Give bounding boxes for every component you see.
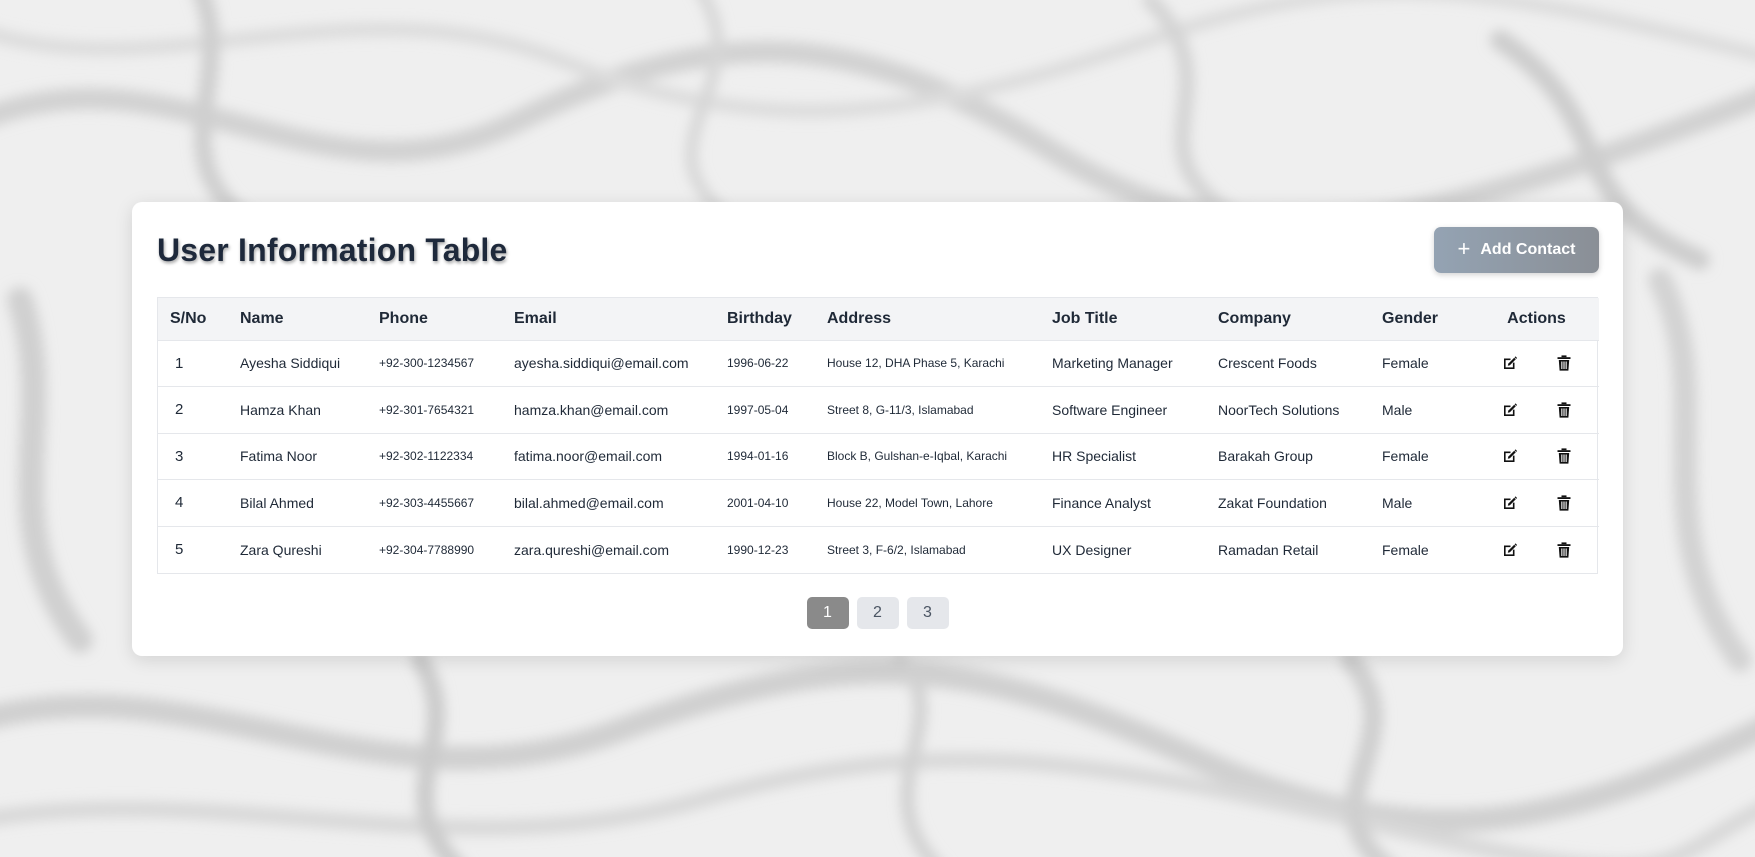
table-row: 5 Zara Qureshi +92-304-7788990 zara.qureshi… xyxy=(158,526,1599,573)
cell-sno: 3 xyxy=(175,447,184,465)
cell-birthday: 2001-04-10 xyxy=(727,495,789,510)
row-actions xyxy=(1474,401,1599,419)
row-actions xyxy=(1474,541,1599,559)
cell-name: Fatima Noor xyxy=(240,448,318,465)
cell-job-title: UX Designer xyxy=(1052,541,1132,558)
cell-name: Hamza Khan xyxy=(240,401,321,418)
cell-phone: +92-302-1122334 xyxy=(379,449,474,464)
cell-sno: 1 xyxy=(175,354,184,372)
edit-icon[interactable] xyxy=(1501,354,1519,372)
table-header-row: S/No Name Phone Email Birthday Address J… xyxy=(158,298,1599,340)
trash-icon[interactable] xyxy=(1555,401,1573,419)
cell-job-title: Software Engineer xyxy=(1052,401,1168,418)
cell-birthday: 1990-12-23 xyxy=(727,542,789,557)
add-contact-label: Add Contact xyxy=(1480,241,1576,258)
header-gender: Gender xyxy=(1382,309,1439,327)
cell-company: Ramadan Retail xyxy=(1218,541,1319,558)
cell-company: Crescent Foods xyxy=(1218,355,1317,372)
cell-address: House 12, DHA Phase 5, Karachi xyxy=(827,356,1005,371)
header-sno: S/No xyxy=(170,309,207,327)
header-phone: Phone xyxy=(379,309,428,327)
cell-name: Bilal Ahmed xyxy=(240,494,314,511)
cell-company: NoorTech Solutions xyxy=(1218,401,1340,418)
cell-address: Street 8, G-11/3, Islamabad xyxy=(827,402,974,417)
cell-gender: Male xyxy=(1382,494,1413,511)
page-title: User Information Table xyxy=(157,232,508,268)
cell-phone: +92-303-4455667 xyxy=(379,495,475,510)
cell-company: Barakah Group xyxy=(1218,448,1313,465)
page-button-2[interactable]: 2 xyxy=(856,597,899,629)
cell-email: ayesha.siddiqui@email.com xyxy=(514,355,689,372)
add-contact-button[interactable]: + Add Contact xyxy=(1434,227,1599,273)
cell-actions xyxy=(1474,526,1599,573)
user-table-card: User Information Table + Add Contact S/N… xyxy=(132,202,1623,656)
page-button-1[interactable]: 1 xyxy=(806,597,849,629)
cell-sno: 5 xyxy=(175,541,184,558)
header-job-title: Job Title xyxy=(1052,309,1118,327)
table-row: 2 Hamza Khan +92-301-7654321 hamza.khan@ema… xyxy=(158,386,1599,434)
header-company: Company xyxy=(1218,309,1291,327)
cell-email: zara.qureshi@email.com xyxy=(514,541,670,558)
edit-icon[interactable] xyxy=(1501,494,1519,512)
trash-icon[interactable] xyxy=(1555,447,1573,465)
cell-phone: +92-300-1234567 xyxy=(379,356,475,371)
table-row: 4 Bilal Ahmed +92-303-4455667 bilal.ahmed@e… xyxy=(158,479,1599,527)
cell-sno: 4 xyxy=(175,494,184,512)
table-row: 3 Fatima Noor +92-302-1122334 fatima.noor@e… xyxy=(158,433,1599,480)
row-actions xyxy=(1474,447,1599,465)
trash-icon[interactable] xyxy=(1555,541,1573,559)
cell-sno: 2 xyxy=(175,401,184,419)
edit-icon[interactable] xyxy=(1501,447,1519,465)
header-email: Email xyxy=(514,309,557,327)
cell-address: House 22, Model Town, Lahore xyxy=(827,495,993,510)
cell-gender: Female xyxy=(1382,448,1429,465)
cell-gender: Female xyxy=(1382,541,1429,558)
cell-phone: +92-304-7788990 xyxy=(379,542,475,557)
header-address: Address xyxy=(827,309,892,327)
cell-birthday: 1996-06-22 xyxy=(727,356,789,371)
cell-phone: +92-301-7654321 xyxy=(379,402,475,417)
table-row: 1 Ayesha Siddiqui +92-300-1234567 ayesha.si… xyxy=(158,340,1599,387)
cell-actions xyxy=(1474,480,1599,527)
row-actions xyxy=(1474,354,1599,372)
trash-icon[interactable] xyxy=(1555,494,1573,512)
header-name: Name xyxy=(240,309,284,327)
header-birthday: Birthday xyxy=(727,309,792,327)
cell-job-title: Finance Analyst xyxy=(1052,494,1151,511)
cell-address: Street 3, F-6/2, Islamabad xyxy=(827,542,966,557)
edit-icon[interactable] xyxy=(1501,401,1519,419)
cell-birthday: 1994-01-16 xyxy=(727,449,789,464)
cell-actions xyxy=(1474,340,1599,387)
row-actions xyxy=(1474,494,1599,512)
user-table: S/No Name Phone Email Birthday Address J… xyxy=(157,297,1599,574)
page-button-3[interactable]: 3 xyxy=(906,597,949,629)
edit-icon[interactable] xyxy=(1501,541,1519,559)
cell-gender: Male xyxy=(1382,401,1413,418)
cell-name: Ayesha Siddiqui xyxy=(240,355,341,372)
trash-icon[interactable] xyxy=(1555,354,1573,372)
cell-gender: Female xyxy=(1382,355,1429,372)
cell-name: Zara Qureshi xyxy=(240,541,322,558)
cell-actions xyxy=(1474,433,1599,480)
cell-email: bilal.ahmed@email.com xyxy=(514,494,664,511)
cell-email: fatima.noor@email.com xyxy=(514,448,663,465)
cell-job-title: HR Specialist xyxy=(1052,448,1137,465)
plus-icon: + xyxy=(1457,236,1471,261)
cell-birthday: 1997-05-04 xyxy=(727,402,789,417)
cell-company: Zakat Foundation xyxy=(1218,494,1327,511)
cell-address: Block B, Gulshan-e-Iqbal, Karachi xyxy=(827,449,1008,464)
cell-email: hamza.khan@email.com xyxy=(514,401,669,418)
cell-actions xyxy=(1474,387,1599,434)
cell-job-title: Marketing Manager xyxy=(1052,355,1173,372)
pagination: 1 2 3 xyxy=(132,597,1623,629)
header-actions: Actions xyxy=(1507,309,1566,327)
